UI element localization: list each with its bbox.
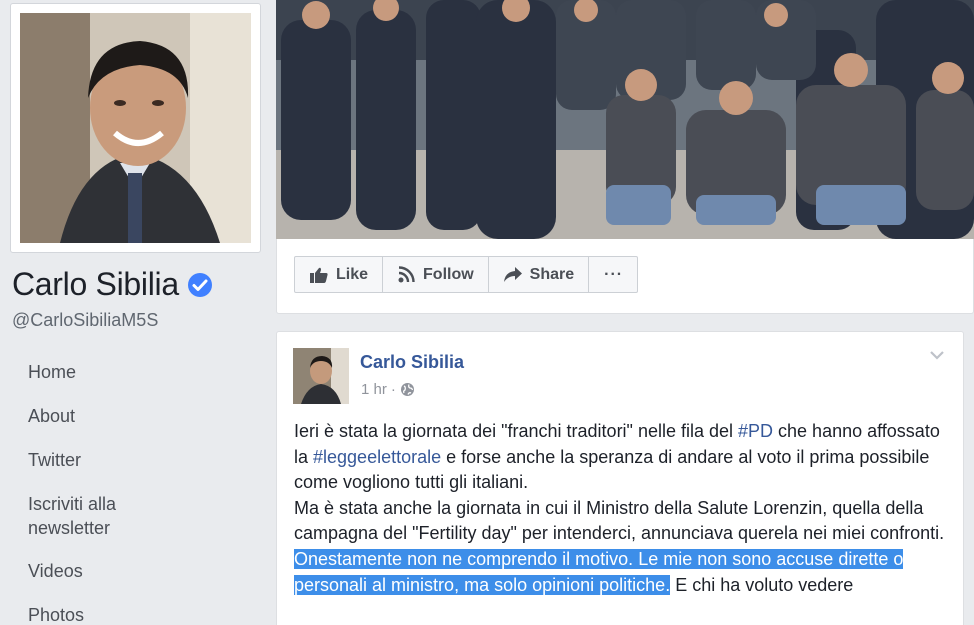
hashtag-pd-link[interactable]: #PD [738, 421, 773, 441]
share-button-label: Share [529, 266, 575, 283]
follow-button-label: Follow [423, 266, 474, 283]
post-timestamp[interactable]: 1 hr [361, 381, 387, 398]
post-text-segment: Ieri è stata la giornata dei "franchi tr… [294, 421, 739, 441]
post-text-segment: E chi ha voluto vedere [670, 574, 854, 595]
globe-icon[interactable] [400, 382, 415, 397]
page-handle[interactable]: @CarloSibiliaM5S [12, 310, 158, 331]
post-text: Ieri è stata la giornata dei "franchi tr… [294, 419, 954, 598]
post-meta: 1 hr · [361, 381, 415, 398]
avatar-image [293, 348, 349, 404]
post-paragraph-3: Onestamente non ne comprendo il motivo. … [294, 547, 954, 598]
nav-item-home[interactable]: Home [28, 360, 228, 384]
page-title[interactable]: Carlo Sibilia [12, 266, 179, 303]
thumbs-up-icon [310, 267, 328, 283]
share-button[interactable]: Share [489, 257, 590, 292]
page-action-area: Like Follow Share ··· [276, 239, 974, 314]
post-meta-separator: · [390, 381, 396, 398]
like-button-label: Like [336, 266, 369, 283]
cover-photo-image [276, 0, 974, 239]
cover-photo[interactable] [276, 0, 974, 239]
like-button[interactable]: Like [295, 257, 384, 292]
nav-item-twitter[interactable]: Twitter [28, 448, 228, 472]
nav-item-newsletter-line2: newsletter [28, 518, 111, 538]
nav-item-videos[interactable]: Videos [28, 559, 228, 583]
rss-icon [398, 266, 415, 283]
post-paragraph-1: Ieri è stata la giornata dei "franchi tr… [294, 419, 954, 496]
nav-item-photos[interactable]: Photos [28, 603, 228, 625]
profile-photo-image [20, 13, 251, 243]
page-action-bar: Like Follow Share ··· [294, 256, 639, 293]
more-options-label: ··· [604, 266, 624, 283]
post-paragraph-2: Ma è stata anche la giornata in cui il M… [294, 497, 945, 544]
profile-picture-frame[interactable] [10, 3, 261, 253]
hashtag-leggeelettorale-link[interactable]: #leggeelettorale [313, 447, 441, 467]
profile-picture[interactable] [20, 13, 251, 243]
more-options-button[interactable]: ··· [589, 257, 637, 292]
post-author-name[interactable]: Carlo Sibilia [360, 352, 464, 373]
nav-item-about[interactable]: About [28, 404, 228, 428]
post-author-avatar[interactable] [293, 348, 349, 404]
chevron-down-icon[interactable] [929, 350, 945, 360]
follow-button[interactable]: Follow [383, 257, 489, 292]
verified-badge-icon [187, 272, 212, 297]
post-card: Carlo Sibilia 1 hr · Ieri è stata la gio… [276, 331, 964, 625]
page-title-row: Carlo Sibilia [12, 266, 213, 303]
nav-item-newsletter[interactable]: Iscriviti alla newsletter [28, 492, 228, 540]
nav-item-newsletter-line1: Iscriviti alla [28, 494, 117, 514]
share-arrow-icon [503, 267, 522, 282]
page-nav: Home About Twitter Iscriviti alla newsle… [28, 360, 228, 625]
